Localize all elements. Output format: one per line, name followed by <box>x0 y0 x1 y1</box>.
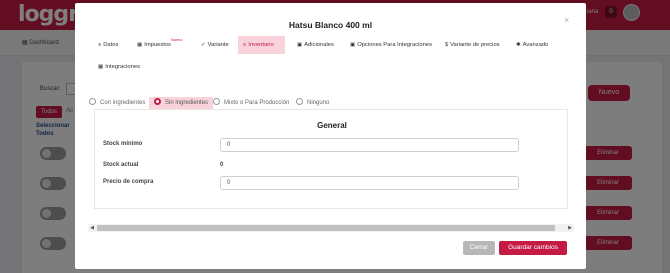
dollar-icon: $ <box>445 42 449 48</box>
scrollbar-thumb[interactable] <box>97 225 555 231</box>
radio-circle <box>89 98 96 105</box>
stock-actual-value: 0 <box>220 162 224 168</box>
radio-con-ingredientes[interactable]: Con ingredientes <box>89 97 145 109</box>
radio-sin-ingredientes[interactable]: Sin ingredientes <box>149 97 214 109</box>
tab-datos[interactable]: ≡ Datos <box>93 36 123 54</box>
product-modal: × Hatsu Blanco 400 ml ≡ Datos ▦ ImpuestosN… <box>75 3 586 269</box>
table-icon: ▦ <box>137 42 143 48</box>
cancel-button[interactable]: Cerrar <box>463 241 495 255</box>
radio-label: Mixto o Para Producción <box>224 100 290 106</box>
stock-actual-label: Stock actual <box>103 162 139 168</box>
new-badge: Nuevo <box>170 37 183 42</box>
tab-adicionales[interactable]: ▣ Adicionales <box>292 36 339 54</box>
modal-title: Hatsu Blanco 400 ml <box>288 20 373 30</box>
box-icon: ▣ <box>297 42 303 48</box>
save-button[interactable]: Guardar cambios <box>499 241 567 255</box>
radio-label: Ninguno <box>307 100 330 106</box>
check-icon: ✓ <box>201 42 206 48</box>
tab-label: Opciones Para Integraciones <box>357 42 432 48</box>
tab-label: Avanzado <box>522 42 549 48</box>
tab-label: Inventario <box>248 42 274 48</box>
tab-avanzado[interactable]: ✱ Avanzado <box>511 36 553 54</box>
tab-impuestos[interactable]: ▦ ImpuestosNuevo <box>132 36 188 54</box>
radio-circle <box>296 98 303 105</box>
tab-label: Variante <box>207 42 229 48</box>
purchase-price-input[interactable]: 0 <box>220 176 519 190</box>
tab-integraciones[interactable]: ▦ Integraciones <box>93 58 145 76</box>
stock-min-label: Stock mínimo <box>103 141 143 147</box>
tab-label: Adicionales <box>304 42 334 48</box>
tab-label: Datos <box>103 42 119 48</box>
tab-opciones-integraciones[interactable]: ▣ Opciones Para Integraciones <box>345 36 437 54</box>
grid-icon: ▦ <box>98 64 104 70</box>
stock-min-input[interactable]: 0 <box>220 138 519 152</box>
tab-variante[interactable]: ✓ Variante <box>196 36 234 54</box>
radio-ninguno[interactable]: Ninguno <box>296 97 329 109</box>
section-title: General <box>317 121 347 130</box>
radio-label: Con ingredientes <box>100 100 146 106</box>
radio-label: Sin ingredientes <box>165 100 209 106</box>
radio-circle <box>213 98 220 105</box>
tab-variante-precios[interactable]: $ Variante de precios <box>440 36 505 54</box>
list-icon: ≡ <box>98 42 102 48</box>
scroll-right-icon[interactable]: ▶ <box>566 224 574 232</box>
list-icon: ≡ <box>243 42 247 48</box>
radio-mixto-produccion[interactable]: Mixto o Para Producción <box>213 97 289 109</box>
tab-label: Integraciones <box>105 64 141 70</box>
purchase-price-label: Precio de compra <box>103 179 154 185</box>
box-icon: ▣ <box>350 42 356 48</box>
general-panel: General Stock mínimo 0 Stock actual 0 Pr… <box>94 109 568 209</box>
scroll-left-icon[interactable]: ◀ <box>88 224 96 232</box>
tab-label: Impuestos <box>144 42 171 48</box>
horizontal-scrollbar[interactable]: ◀ ▶ <box>88 224 574 232</box>
tab-inventario[interactable]: ≡ Inventario <box>238 36 285 54</box>
radio-circle-selected <box>154 98 161 105</box>
gear-icon: ✱ <box>516 42 521 48</box>
tab-label: Variante de precios <box>450 42 500 48</box>
